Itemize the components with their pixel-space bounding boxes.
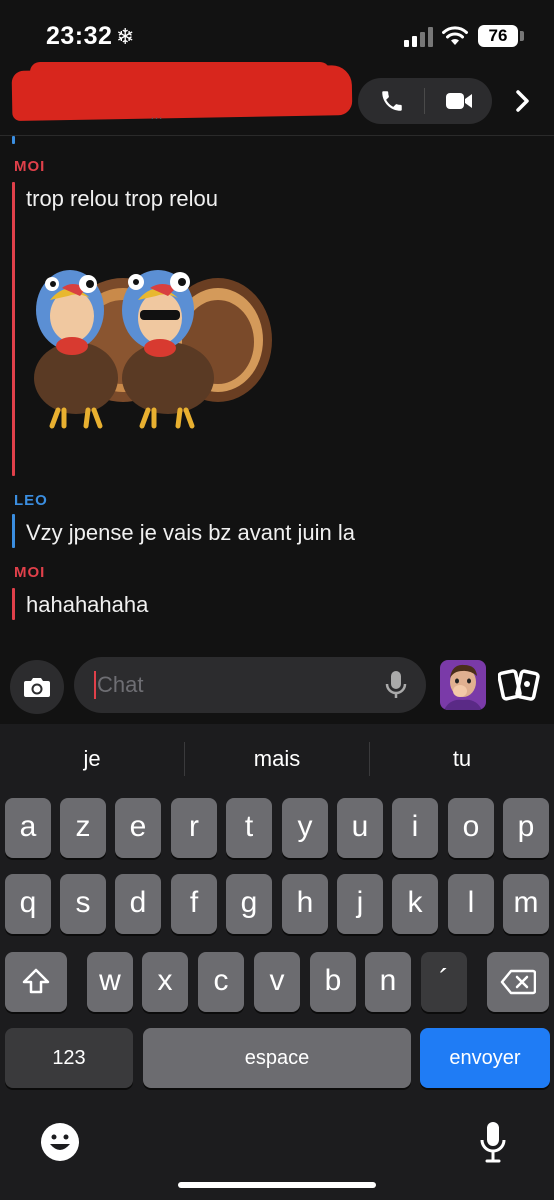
key[interactable]: w <box>87 952 133 1012</box>
status-bar: 23:32 ❄ 76 <box>0 0 554 70</box>
video-call-button[interactable] <box>425 78 492 124</box>
key[interactable]: g <box>226 874 272 934</box>
voice-call-button[interactable] <box>358 78 425 124</box>
signal-icon <box>404 27 433 47</box>
space-key[interactable]: espace <box>143 1028 411 1088</box>
numbers-key[interactable]: 123 <box>5 1028 133 1088</box>
key[interactable]: k <box>392 874 438 934</box>
sender-label: MOI <box>14 158 46 175</box>
key[interactable]: y <box>282 798 328 858</box>
key[interactable]: q <box>5 874 51 934</box>
video-icon <box>445 93 472 109</box>
chevron-right-icon[interactable] <box>508 86 538 116</box>
key[interactable]: l <box>448 874 494 934</box>
camera-icon <box>24 678 50 697</box>
battery-tip <box>520 31 524 41</box>
key[interactable]: f <box>171 874 217 934</box>
backspace-key[interactable] <box>487 952 549 1012</box>
home-indicator[interactable] <box>178 1182 376 1188</box>
header-subtitle: … <box>150 107 163 122</box>
phone-icon <box>381 91 402 111</box>
key[interactable]: o <box>448 798 494 858</box>
key[interactable]: i <box>392 798 438 858</box>
key[interactable]: n <box>365 952 411 1012</box>
sender-label: LEO <box>14 492 48 509</box>
suggestion-item[interactable]: mais <box>185 746 369 772</box>
chat-placeholder: Chat <box>97 672 144 697</box>
suggestion-item[interactable]: tu <box>370 746 554 772</box>
key[interactable]: b <box>310 952 356 1012</box>
key[interactable]: z <box>60 798 106 858</box>
message-bar <box>12 588 15 620</box>
camera-button[interactable] <box>10 660 64 714</box>
snowflake-icon: ❄ <box>116 24 135 49</box>
key[interactable]: p <box>503 798 549 858</box>
chat-input-row: Chat <box>0 648 554 724</box>
chat-input[interactable]: Chat <box>74 657 426 713</box>
message-text[interactable]: Vzy jpense je vais bz avant juin la <box>26 520 355 546</box>
text-cursor <box>94 671 96 699</box>
message-text[interactable]: hahahahaha <box>26 592 148 618</box>
key[interactable]: a <box>5 798 51 858</box>
status-time: 23:32 <box>46 22 113 50</box>
key[interactable]: c <box>198 952 244 1012</box>
backspace-icon <box>500 969 537 995</box>
chat-header: … <box>0 62 554 136</box>
key[interactable]: v <box>254 952 300 1012</box>
suggestion-item[interactable]: je <box>0 746 184 772</box>
key[interactable]: t <box>226 798 272 858</box>
turkey-bitmoji-sticker[interactable] <box>28 270 278 440</box>
key[interactable]: m <box>503 874 549 934</box>
bitmoji-avatar[interactable] <box>440 660 486 710</box>
accent-key[interactable]: ´ <box>421 952 467 1012</box>
key[interactable]: x <box>142 952 188 1012</box>
shift-key[interactable] <box>5 952 67 1012</box>
keyboard: je mais tu a z e r t y u i o p q s d f g… <box>0 724 554 1200</box>
key[interactable]: r <box>171 798 217 858</box>
send-key[interactable]: envoyer <box>420 1028 550 1088</box>
key[interactable]: h <box>282 874 328 934</box>
battery-indicator: 76 <box>478 25 518 47</box>
key[interactable]: d <box>115 874 161 934</box>
redacted-name[interactable] <box>11 65 353 121</box>
key[interactable]: s <box>60 874 106 934</box>
emoji-icon[interactable] <box>40 1122 80 1162</box>
key[interactable]: j <box>337 874 383 934</box>
shift-icon <box>22 968 50 994</box>
cards-icon[interactable] <box>498 666 540 706</box>
message-bar <box>12 514 15 548</box>
message-text[interactable]: trop relou trop relou <box>26 186 218 212</box>
message-list: MOI trop relou trop relou LEO Vzy jpense… <box>0 136 554 648</box>
message-bar <box>12 182 15 476</box>
microphone-icon[interactable] <box>384 670 408 700</box>
microphone-icon[interactable] <box>478 1120 508 1164</box>
call-buttons <box>358 78 492 124</box>
key[interactable]: u <box>337 798 383 858</box>
wifi-icon <box>442 26 468 45</box>
key[interactable]: e <box>115 798 161 858</box>
sender-label: MOI <box>14 564 46 581</box>
previous-message-bar <box>12 136 15 144</box>
